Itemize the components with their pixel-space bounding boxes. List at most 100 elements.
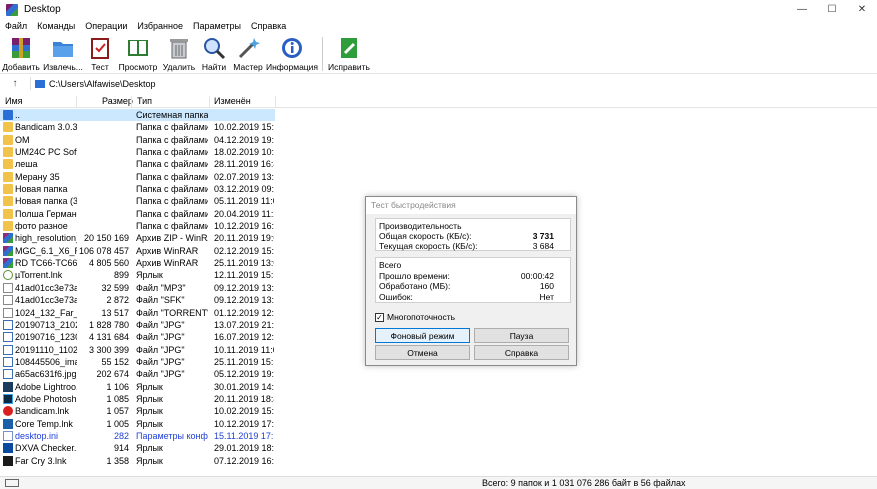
file-name: Adobe Lightroo...	[15, 381, 77, 392]
address-path: C:\Users\Alfawise\Desktop	[49, 78, 156, 89]
file-row[interactable]: RD TC66-TC66C ... 4 805 560 Архив WinRAR 25…	[0, 257, 275, 269]
minimize-button[interactable]: —	[787, 0, 817, 19]
menu-help[interactable]: Справка	[246, 21, 291, 31]
file-row[interactable]: Far Cry 3.lnk 1 358 Ярлык 07.12.2019 16:05	[0, 455, 275, 467]
column-name-header[interactable]: Имя	[5, 96, 23, 107]
address-field[interactable]: C:\Users\Alfawise\Desktop	[30, 77, 877, 90]
file-modified: 20.11.2019 18:44	[214, 393, 274, 404]
file-row[interactable]: Мерану 35 Папка с файлами 02.07.2019 13:15	[0, 171, 275, 183]
file-row[interactable]: Новая папка Папка с файлами 03.12.2019 09:…	[0, 183, 275, 195]
file-name: Новая папка (3)	[15, 196, 77, 207]
file-row[interactable]: MGC_6.1_X6_RN...106 078 457 Архив WinRAR 0…	[0, 245, 275, 257]
file-row[interactable]: UM24C PC Soft... Папка с файлами 18.02.201…	[0, 146, 275, 158]
status-text: Всего: 9 папок и 1 031 076 286 байт в 56…	[482, 478, 686, 488]
file-row[interactable]: 1024_132_Far_Cr... 13 517 Файл "TORRENT" 01…	[0, 307, 275, 319]
file-row[interactable]: леша Папка с файлами 28.11.2019 16:44	[0, 158, 275, 170]
winrar-archive-icon	[3, 245, 13, 256]
file-type: Ярлык	[136, 455, 163, 466]
file-type: Папка с файлами	[136, 221, 208, 232]
file-size: 3 300 399	[88, 344, 129, 355]
column-type-header[interactable]: Тип	[137, 96, 152, 107]
background-mode-button[interactable]: Фоновый режим	[375, 328, 470, 343]
file-row[interactable]: Adobe Lightroo... 1 106 Ярлык 30.01.2019 14…	[0, 381, 275, 393]
bandicam-icon	[3, 406, 13, 417]
file-modified	[214, 110, 274, 121]
find-button[interactable]: Найти	[198, 34, 230, 74]
file-type: Системная папка	[136, 110, 208, 120]
file-row[interactable]: Adobe Photosh... 1 085 Ярлык 20.11.2019 18:…	[0, 393, 275, 405]
pause-button[interactable]: Пауза	[474, 328, 569, 343]
info-button[interactable]: Информация	[266, 34, 318, 74]
extract-button[interactable]: Извлечь...	[42, 34, 84, 74]
file-type: Файл "TORRENT"	[136, 307, 208, 318]
file-name: Adobe Photosh...	[15, 393, 77, 404]
file-row[interactable]: µTorrent.lnk 899 Ярлык 12.11.2019 15:50	[0, 269, 275, 281]
file-list: .. Системная папка Bandicam 3.0.3.... Папка…	[0, 109, 275, 467]
file-row[interactable]: Bandicam.lnk 1 057 Ярлык 10.02.2019 15:45	[0, 405, 275, 417]
file-row[interactable]: .. Системная папка	[0, 109, 275, 122]
file-modified: 09.12.2019 13:33	[214, 295, 274, 306]
file-row[interactable]: 20190713_21022... 1 828 780 Файл "JPG" 13.0…	[0, 319, 275, 331]
wizard-button[interactable]: Мастер	[230, 34, 266, 74]
lightroom-icon	[3, 381, 13, 392]
view-button[interactable]: Просмотр	[116, 34, 160, 74]
file-icon	[3, 282, 13, 293]
column-divider[interactable]	[76, 96, 77, 107]
file-row[interactable]: Core Temp.lnk 1 005 Ярлык 10.12.2019 17:20	[0, 418, 275, 430]
menu-file[interactable]: Файл	[0, 21, 32, 31]
column-divider[interactable]	[131, 96, 132, 107]
repair-button[interactable]: Исправить	[327, 34, 371, 74]
image-icon	[3, 369, 13, 380]
menu-options[interactable]: Параметры	[188, 21, 246, 31]
column-modified-header[interactable]: Изменён	[214, 96, 251, 107]
file-row[interactable]: DXVA Checker.lnk 914 Ярлык 29.01.2019 18:42	[0, 442, 275, 454]
folder-icon	[3, 159, 13, 170]
menu-bar: Файл Команды Операции Избранное Параметр…	[0, 19, 877, 33]
test-button-label: Тест	[91, 62, 109, 72]
file-row[interactable]: Bandicam 3.0.3.... Папка с файлами 10.02.2…	[0, 121, 275, 133]
file-size	[77, 221, 129, 232]
folder-icon	[3, 134, 13, 145]
file-row[interactable]: 20190716_12302... 4 131 684 Файл "JPG" 16.0…	[0, 331, 275, 343]
file-name: a65ac631f6.jpg	[15, 369, 77, 380]
file-row[interactable]: фото разное Папка с файлами 10.12.2019 16:…	[0, 220, 275, 232]
menu-favorites[interactable]: Избранное	[132, 21, 188, 31]
performance-group: Производительность Общая скорость (КБ/с)…	[375, 218, 571, 251]
file-row[interactable]: a65ac631f6.jpg 202 674 Файл "JPG" 05.12.201…	[0, 368, 275, 380]
close-button[interactable]: ✕	[847, 0, 877, 19]
maximize-button[interactable]: ☐	[817, 0, 847, 19]
menu-commands[interactable]: Команды	[32, 21, 80, 31]
file-size: 2 872	[106, 295, 129, 306]
file-size	[77, 135, 129, 146]
file-row[interactable]: Новая папка (3) Папка с файлами 05.11.2019…	[0, 195, 275, 207]
add-button[interactable]: Добавить	[0, 34, 42, 74]
file-size: 1 005	[106, 418, 129, 429]
cancel-button[interactable]: Отмена	[375, 345, 470, 360]
file-type: Архив WinRAR	[136, 245, 199, 256]
checkmark-icon[interactable]: ✓	[375, 312, 384, 322]
up-arrow-icon[interactable]: ↑	[0, 78, 30, 89]
help-button[interactable]: Справка	[474, 345, 569, 360]
file-row[interactable]: 108445506_imag... 55 152 Файл "JPG" 25.11.2…	[0, 356, 275, 368]
test-button[interactable]: Тест	[84, 34, 116, 74]
status-bar: Всего: 9 папок и 1 031 076 286 байт в 56…	[0, 476, 877, 489]
file-row[interactable]: desktop.ini 282 Параметры конф... 15.11.201…	[0, 430, 275, 442]
file-type: Ярлык	[136, 406, 163, 417]
file-name: Far Cry 3.lnk	[15, 455, 67, 466]
file-row[interactable]: 41ad01cc3e73a1... 2 872 Файл "SFK" 09.12.20…	[0, 294, 275, 306]
menu-operations[interactable]: Операции	[80, 21, 132, 31]
multithread-checkbox[interactable]: ✓ Многопоточность	[375, 312, 455, 322]
file-row[interactable]: OM Папка с файлами 04.12.2019 19:21	[0, 134, 275, 146]
file-name: 1024_132_Far_Cr...	[15, 307, 77, 318]
file-row[interactable]: 20191110_11022... 3 300 399 Файл "JPG" 10.1…	[0, 344, 275, 356]
file-row[interactable]: Полша Герман... Папка с файлами 20.04.2019…	[0, 208, 275, 220]
column-divider[interactable]	[275, 96, 276, 107]
folder-icon	[3, 221, 13, 232]
file-row[interactable]: high_resolution_... 20 150 169 Архив ZIP -…	[0, 232, 275, 244]
file-row[interactable]: 41ad01cc3e73a1... 32 599 Файл "MP3" 09.12.2…	[0, 282, 275, 294]
delete-button[interactable]: Удалить	[160, 34, 198, 74]
column-divider[interactable]	[209, 96, 210, 107]
column-size-header[interactable]: Размер	[102, 96, 133, 107]
performance-group-title: Производительность	[379, 221, 462, 231]
archive-add-icon	[9, 36, 33, 60]
